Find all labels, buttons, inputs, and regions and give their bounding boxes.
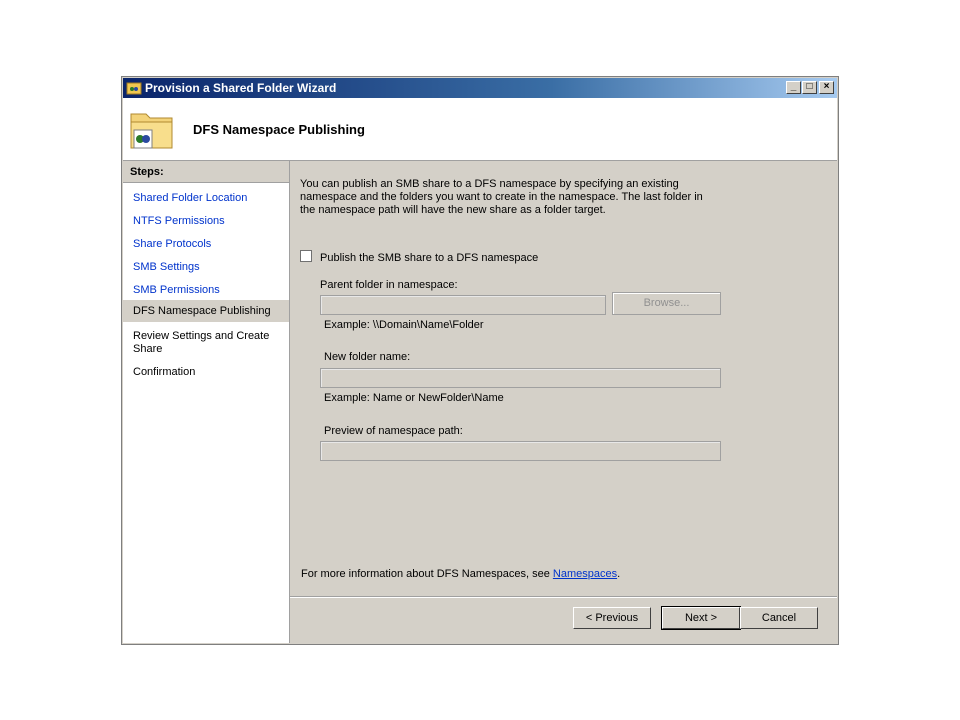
wizard-header: DFS Namespace Publishing <box>123 98 837 161</box>
next-button[interactable]: Next > <box>661 606 741 630</box>
cancel-button[interactable]: Cancel <box>740 607 818 629</box>
more-info-suffix: . <box>617 568 621 580</box>
step-smb-permissions[interactable]: SMB Permissions <box>123 284 289 297</box>
parent-folder-example: Example: \\Domain\Name\Folder <box>324 319 484 331</box>
browse-button[interactable]: Browse... <box>612 292 721 315</box>
namespaces-link[interactable]: Namespaces <box>553 568 617 580</box>
step-shared-folder-location[interactable]: Shared Folder Location <box>123 192 289 205</box>
title-bar[interactable]: Provision a Shared Folder Wizard _ □ × <box>123 78 837 98</box>
parent-folder-label: Parent folder in namespace: <box>320 279 458 291</box>
step-dfs-namespace-publishing: DFS Namespace Publishing <box>123 300 289 322</box>
close-button[interactable]: × <box>819 81 834 94</box>
shared-folder-icon <box>126 82 142 95</box>
main-content: You can publish an SMB share to a DFS na… <box>290 161 837 596</box>
new-folder-label: New folder name: <box>324 351 411 363</box>
steps-title: Steps: <box>123 161 289 183</box>
publish-checkbox-label[interactable]: Publish the SMB share to a DFS namespace <box>320 252 538 264</box>
new-folder-example: Example: Name or NewFolder\Name <box>324 392 504 404</box>
minimize-button[interactable]: _ <box>786 81 801 94</box>
steps-panel: Steps: Shared Folder Location NTFS Permi… <box>123 161 290 643</box>
maximize-button[interactable]: □ <box>802 81 817 94</box>
window-title: Provision a Shared Folder Wizard <box>145 81 337 95</box>
wizard-footer: < Previous Next > Cancel <box>290 596 837 643</box>
preview-path-field <box>320 441 721 461</box>
step-smb-settings[interactable]: SMB Settings <box>123 261 289 274</box>
step-ntfs-permissions[interactable]: NTFS Permissions <box>123 215 289 228</box>
description-text: You can publish an SMB share to a DFS na… <box>300 178 703 216</box>
preview-label: Preview of namespace path: <box>324 425 463 437</box>
page-title: DFS Namespace Publishing <box>193 122 365 137</box>
publish-checkbox[interactable] <box>300 250 312 262</box>
step-confirmation: Confirmation <box>133 366 196 378</box>
new-folder-input[interactable] <box>320 368 721 388</box>
shared-folder-icon <box>130 113 173 149</box>
step-review-settings: Review Settings and Create Share <box>133 330 270 355</box>
more-info-prefix: For more information about DFS Namespace… <box>301 568 553 580</box>
wizard-window: Provision a Shared Folder Wizard _ □ × D… <box>121 76 839 645</box>
more-info-text: For more information about DFS Namespace… <box>301 568 620 580</box>
parent-folder-input[interactable] <box>320 295 606 315</box>
step-share-protocols[interactable]: Share Protocols <box>123 238 289 251</box>
previous-button[interactable]: < Previous <box>573 607 651 629</box>
